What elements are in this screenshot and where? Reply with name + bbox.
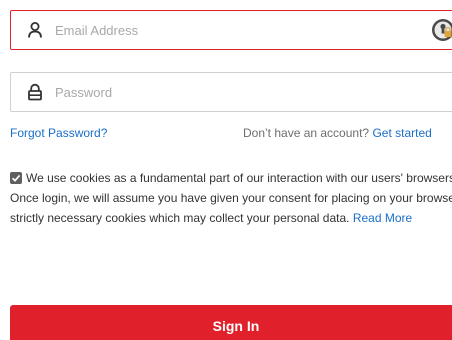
cookie-consent: We use cookies as a fundamental part of … [10,168,452,228]
email-input[interactable] [55,19,395,41]
consent-checkbox[interactable] [10,172,22,184]
forgot-password-link[interactable]: Forgot Password? [10,126,107,140]
password-manager-icon[interactable] [431,18,452,42]
sign-in-label: Sign In [212,318,260,334]
account-links: Forgot Password? Don’t have an account? … [10,126,452,142]
login-form: Forgot Password? Don’t have an account? … [0,0,452,340]
user-icon [27,21,43,39]
no-account-text: Don’t have an account? [243,126,370,140]
signup-prompt: Don’t have an account? Get started [243,126,432,140]
read-more-link[interactable]: Read More [353,211,412,225]
get-started-link[interactable]: Get started [372,126,431,140]
lock-icon [27,83,43,101]
sign-in-button[interactable]: Sign In [10,305,452,340]
password-input[interactable] [55,81,395,103]
checkmark-icon [11,174,21,182]
email-field-container[interactable] [10,10,452,50]
password-field-container[interactable] [10,72,452,112]
